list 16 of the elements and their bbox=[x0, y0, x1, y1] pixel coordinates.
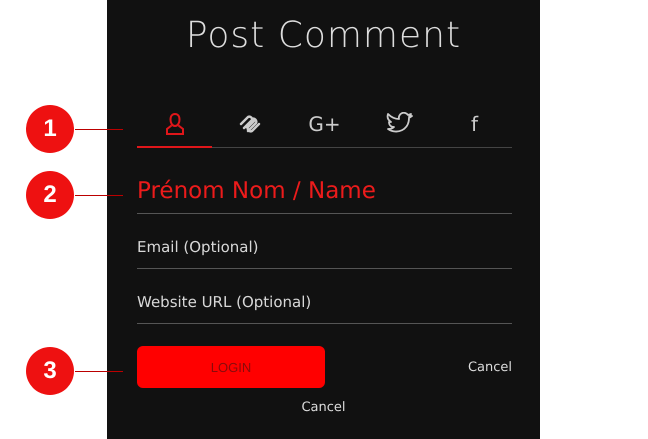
chain-link-icon bbox=[238, 113, 262, 135]
input-field[interactable]: Email (Optional) bbox=[137, 214, 512, 269]
login-tab[interactable]: f bbox=[437, 102, 512, 148]
leader-line bbox=[75, 195, 123, 196]
person-icon bbox=[164, 112, 184, 136]
leader-line bbox=[75, 129, 123, 130]
cancel-link[interactable]: Cancel bbox=[468, 358, 512, 376]
input-field[interactable]: Website URL (Optional) bbox=[137, 269, 512, 324]
number-badge: 3 bbox=[26, 347, 74, 395]
cancel-link[interactable]: Cancel bbox=[301, 398, 346, 417]
login-tab[interactable]: G+ bbox=[287, 102, 362, 148]
number-badge: 2 bbox=[26, 171, 74, 219]
dialog-title: Post Comment bbox=[184, 14, 462, 58]
input-field[interactable]: Prénom Nom / Name bbox=[137, 168, 512, 214]
leader-line bbox=[75, 371, 123, 372]
number-badge: 1 bbox=[26, 105, 74, 153]
